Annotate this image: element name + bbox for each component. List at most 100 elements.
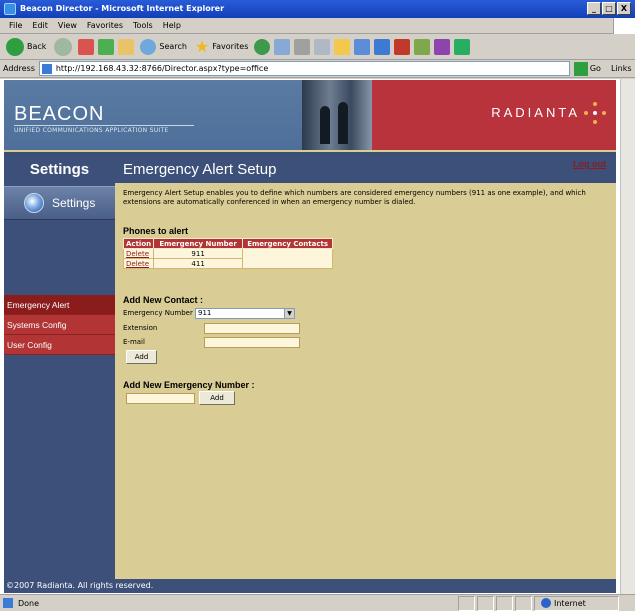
emergency-number-cell: 411 bbox=[153, 258, 244, 269]
menu-help[interactable]: Help bbox=[158, 18, 186, 33]
status-cell bbox=[515, 595, 532, 611]
email-field[interactable] bbox=[204, 337, 300, 348]
address-bar: Address http://192.168.43.32:8766/Direct… bbox=[0, 60, 635, 78]
favorites-button[interactable]: ★ Favorites bbox=[193, 36, 250, 56]
emergency-number-label: Emergency Number bbox=[123, 309, 193, 317]
back-label: Back bbox=[27, 42, 47, 51]
vertical-scrollbar[interactable] bbox=[620, 79, 635, 594]
column-header-emergency-number: Emergency Number bbox=[153, 238, 244, 249]
mail-icon[interactable] bbox=[274, 38, 291, 55]
chevron-down-icon: ▼ bbox=[284, 309, 294, 318]
extension-field[interactable] bbox=[204, 323, 300, 334]
page-icon bbox=[41, 64, 52, 74]
emergency-number-selected: 911 bbox=[198, 309, 212, 317]
sidebar-panel-label: Settings bbox=[52, 196, 96, 210]
menu-bar: File Edit View Favorites Tools Help bbox=[0, 18, 635, 34]
email-label: E-mail bbox=[123, 338, 145, 346]
add-contact-button[interactable]: Add bbox=[126, 350, 157, 364]
footer: ©2007 Radianta. All rights reserved. bbox=[4, 579, 616, 593]
delete-link[interactable]: Delete bbox=[122, 248, 155, 259]
yahoo-icon[interactable] bbox=[394, 38, 411, 55]
minimize-button[interactable]: _ bbox=[587, 2, 601, 15]
extension-label: Extension bbox=[123, 324, 158, 332]
column-header-emergency-contacts: Emergency Contacts bbox=[242, 238, 334, 249]
forward-button[interactable] bbox=[52, 37, 74, 56]
menu-edit[interactable]: Edit bbox=[27, 18, 53, 33]
brand-divider bbox=[14, 125, 194, 126]
logout-link[interactable]: Log out bbox=[573, 159, 606, 169]
go-button[interactable]: Go bbox=[573, 61, 601, 76]
back-button[interactable]: Back bbox=[4, 37, 48, 56]
delete-link[interactable]: Delete bbox=[122, 258, 155, 269]
edit-icon[interactable] bbox=[314, 38, 331, 55]
address-input[interactable]: http://192.168.43.32:8766/Director.aspx?… bbox=[38, 61, 570, 76]
banner: BEACON UNIFIED COMMUNICATIONS APPLICATIO… bbox=[4, 80, 616, 150]
status-cell bbox=[477, 595, 494, 611]
status-text-area: Done bbox=[0, 595, 458, 611]
search-label: Search bbox=[159, 42, 187, 51]
forward-arrow-icon bbox=[54, 37, 73, 56]
phones-section-title: Phones to alert bbox=[123, 226, 189, 236]
security-zone: Internet bbox=[534, 595, 619, 611]
stop-icon[interactable] bbox=[78, 38, 95, 55]
browser-toolbar: Back Search ★ Favorites bbox=[0, 34, 635, 60]
content-header: Emergency Alert Setup bbox=[115, 155, 616, 183]
search-icon bbox=[140, 38, 157, 55]
emergency-number-select[interactable]: 911 ▼ bbox=[195, 308, 295, 319]
sidebar-item-emergency-alert[interactable]: Emergency Alert bbox=[4, 295, 115, 315]
zone-label: Internet bbox=[554, 598, 586, 608]
internet-explorer-icon bbox=[4, 3, 16, 15]
folder-icon[interactable] bbox=[334, 38, 351, 55]
close-button[interactable]: X bbox=[617, 2, 631, 15]
sidebar-settings-panel[interactable]: Settings bbox=[4, 186, 115, 220]
banner-right: RADIANTA bbox=[372, 80, 616, 150]
favorites-label: Favorites bbox=[212, 42, 249, 51]
emergency-contacts-cell bbox=[242, 248, 334, 269]
sidebar-nav: Emergency Alert Systems Config User Conf… bbox=[4, 295, 115, 355]
sidebar-item-user-config[interactable]: User Config bbox=[4, 335, 115, 355]
links-button[interactable]: Links bbox=[611, 64, 632, 73]
menu-tools[interactable]: Tools bbox=[128, 18, 158, 33]
status-bar: Done Internet bbox=[0, 594, 635, 611]
go-arrow-icon bbox=[573, 61, 588, 76]
page-description: Emergency Alert Setup enables you to def… bbox=[123, 189, 586, 206]
menu-file[interactable]: File bbox=[4, 18, 27, 33]
banner-photo bbox=[302, 80, 372, 150]
partner-logo-dots-icon bbox=[584, 102, 606, 124]
favorites-star-icon: ★ bbox=[194, 36, 210, 56]
windows-logo-icon bbox=[613, 18, 635, 34]
address-label: Address bbox=[3, 64, 35, 73]
site-container: BEACON UNIFIED COMMUNICATIONS APPLICATIO… bbox=[4, 80, 616, 593]
menu-view[interactable]: View bbox=[53, 18, 82, 33]
add-number-button[interactable]: Add bbox=[199, 391, 235, 405]
add-number-title: Add New Emergency Number : bbox=[123, 380, 255, 390]
toolbar-extension-icon[interactable] bbox=[434, 38, 451, 55]
globe-icon bbox=[24, 193, 44, 213]
home-icon[interactable] bbox=[118, 38, 135, 55]
research-icon[interactable] bbox=[414, 38, 431, 55]
history-icon[interactable] bbox=[254, 38, 271, 55]
person-silhouette bbox=[320, 106, 330, 144]
messenger-icon[interactable] bbox=[354, 38, 371, 55]
partner-logo-text: RADIANTA bbox=[491, 105, 580, 120]
brand-tagline: UNIFIED COMMUNICATIONS APPLICATION SUITE bbox=[14, 127, 169, 134]
new-emergency-number-field[interactable] bbox=[126, 393, 195, 404]
menu-favorites[interactable]: Favorites bbox=[82, 18, 128, 33]
table-row: Delete 911 bbox=[122, 248, 334, 269]
phones-table: Action Emergency Number Emergency Contac… bbox=[122, 238, 334, 269]
maximize-button[interactable]: □ bbox=[602, 2, 616, 15]
discuss-icon[interactable] bbox=[374, 38, 391, 55]
sidebar-item-systems-config[interactable]: Systems Config bbox=[4, 315, 115, 335]
toolbar-addon-icon[interactable] bbox=[454, 38, 471, 55]
column-header-action: Action bbox=[122, 238, 155, 249]
window-controls: _ □ X bbox=[587, 2, 631, 15]
refresh-icon[interactable] bbox=[98, 38, 115, 55]
search-button[interactable]: Search bbox=[138, 38, 188, 55]
status-text: Done bbox=[18, 598, 40, 608]
window-title-bar: Beacon Director - Microsoft Internet Exp… bbox=[0, 0, 635, 18]
print-icon[interactable] bbox=[294, 38, 311, 55]
back-arrow-icon bbox=[6, 37, 24, 56]
sidebar: Settings Settings Emergency Alert System… bbox=[4, 155, 115, 579]
page-title: Emergency Alert Setup bbox=[123, 161, 277, 178]
emergency-number-cell: 911 bbox=[153, 248, 244, 259]
